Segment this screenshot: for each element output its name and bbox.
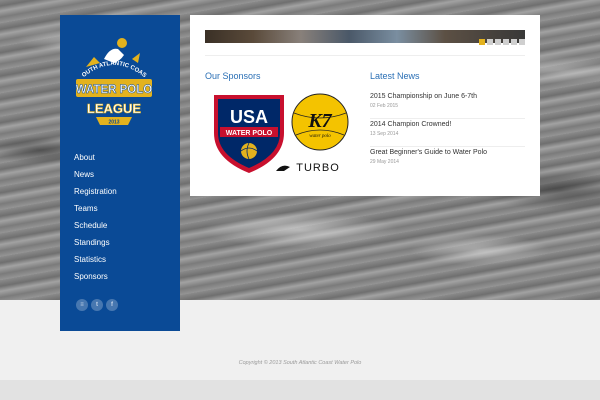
turbo-text: TURBO — [296, 162, 340, 174]
news-item-title[interactable]: 2014 Champion Crowned! — [370, 121, 525, 128]
sponsors-heading: Our Sponsors — [205, 71, 261, 81]
nav-item-statistics[interactable]: Statistics — [74, 251, 117, 268]
news-item: Great Beginner's Guide to Water Polo 29 … — [370, 147, 525, 175]
nav-item-sponsors[interactable]: Sponsors — [74, 268, 117, 285]
sponsor-logos: USA WATER POLO K7 water polo TURBO — [214, 93, 349, 174]
slider-dot[interactable] — [511, 39, 517, 45]
kap7-text: K7 — [307, 110, 332, 132]
copyright-text: Copyright © 2013 South Atlantic Coast Wa… — [238, 360, 362, 366]
nav-item-teams[interactable]: Teams — [74, 200, 117, 217]
slider-image[interactable] — [205, 30, 525, 43]
slider-pagination — [479, 39, 525, 45]
sidebar: SOUTH ATLANTIC COAST WATER POLO LEAGUE 2… — [60, 15, 180, 331]
news-item: 2015 Championship on June 6-7th 02 Feb 2… — [370, 91, 525, 119]
slider-dot[interactable] — [487, 39, 493, 45]
usa-water-polo-text: WATER POLO — [226, 130, 273, 137]
slider-dot[interactable] — [495, 39, 501, 45]
rss-icon[interactable]: ≡ — [76, 299, 88, 311]
nav-item-about[interactable]: About — [74, 149, 117, 166]
facebook-icon[interactable]: f — [106, 299, 118, 311]
nav-item-schedule[interactable]: Schedule — [74, 217, 117, 234]
news-heading: Latest News — [370, 71, 420, 81]
nav-item-registration[interactable]: Registration — [74, 183, 117, 200]
slider-dot[interactable] — [519, 39, 525, 45]
news-item-title[interactable]: Great Beginner's Guide to Water Polo — [370, 149, 525, 156]
logo-water-polo: WATER POLO — [76, 84, 153, 96]
news-item-date: 02 Feb 2015 — [370, 103, 399, 109]
nav-item-standings[interactable]: Standings — [74, 234, 117, 251]
news-item-title[interactable]: 2015 Championship on June 6-7th — [370, 93, 525, 100]
divider — [205, 55, 525, 56]
news-item: 2014 Champion Crowned! 13 Sep 2014 — [370, 119, 525, 147]
turbo-logo[interactable]: TURBO — [276, 162, 340, 174]
logo-year: 2013 — [108, 120, 119, 126]
slider-dot[interactable] — [503, 39, 509, 45]
logo-league: LEAGUE — [87, 101, 142, 116]
league-logo[interactable]: SOUTH ATLANTIC COAST WATER POLO LEAGUE 2… — [74, 33, 154, 143]
slider-dot[interactable] — [479, 39, 485, 45]
usa-water-polo-logo[interactable]: USA WATER POLO — [214, 95, 284, 173]
news-item-date: 13 Sep 2014 — [370, 131, 399, 137]
content-panel: Our Sponsors USA WATER POLO K7 water pol… — [190, 15, 540, 196]
nav-item-news[interactable]: News — [74, 166, 117, 183]
kap7-subtext: water polo — [309, 134, 331, 139]
kap7-logo[interactable]: K7 water polo — [291, 93, 349, 151]
usa-text: USA — [230, 107, 268, 127]
news-item-date: 29 May 2014 — [370, 159, 399, 165]
twitter-icon[interactable]: t — [91, 299, 103, 311]
bottom-bar — [0, 380, 600, 400]
news-list: 2015 Championship on June 6-7th 02 Feb 2… — [370, 91, 525, 175]
main-nav: About News Registration Teams Schedule S… — [74, 149, 117, 285]
social-links: ≡ t f — [76, 299, 118, 311]
